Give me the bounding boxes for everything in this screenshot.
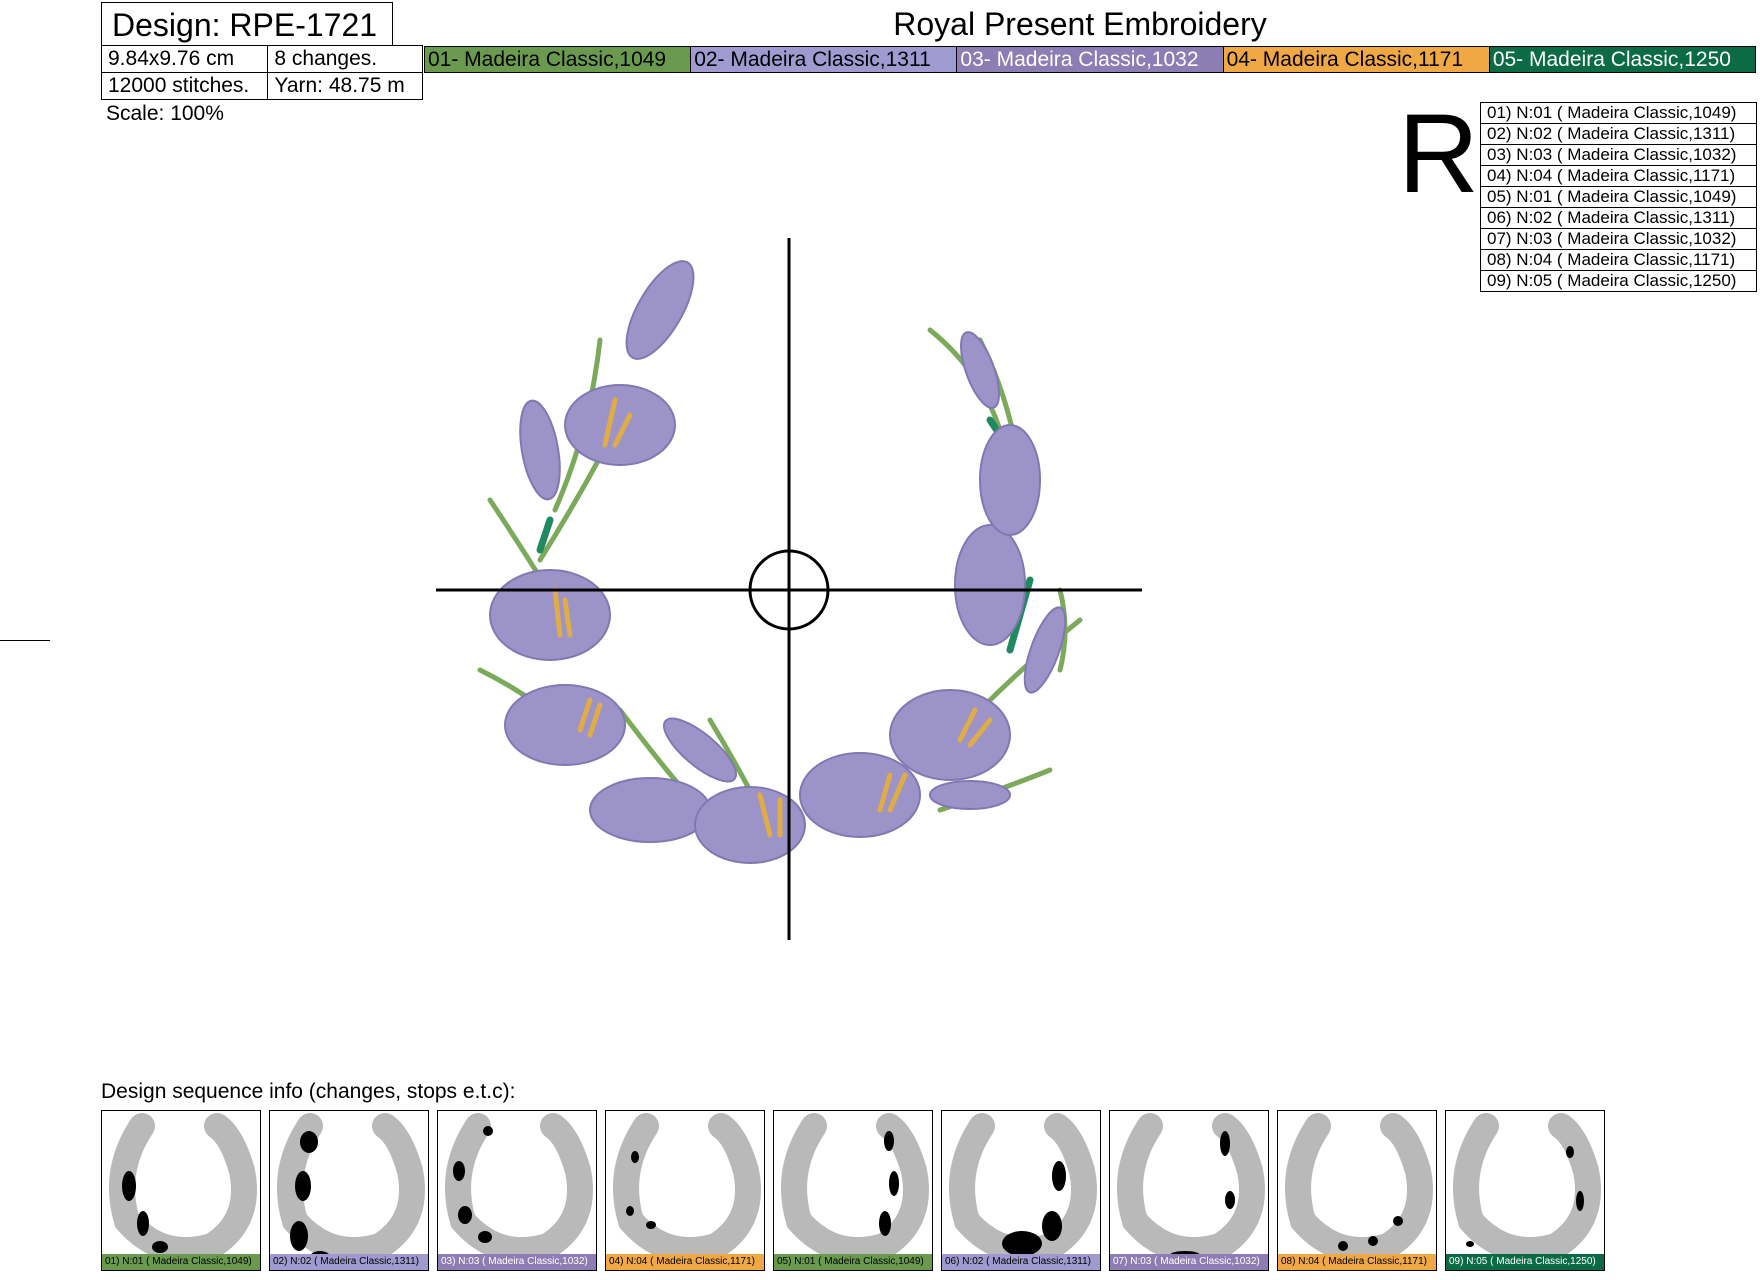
thumbnail-wreath — [445, 1113, 593, 1255]
sequence-item: 08) N:04 ( Madeira Classic,1171) — [1481, 250, 1756, 271]
thumbnail-label: 02) N:02 ( Madeira Classic,1311) — [270, 1254, 428, 1270]
sequence-thumbnail: 02) N:02 ( Madeira Classic,1311) — [269, 1110, 429, 1271]
sequence-thumbnail: 03) N:03 ( Madeira Classic,1032) — [437, 1110, 597, 1271]
thumbnail-highlight — [1576, 1191, 1584, 1211]
thumbnail-highlight — [1220, 1131, 1230, 1156]
thumbnail-wreath — [949, 1113, 1097, 1255]
sequence-item: 01) N:01 ( Madeira Classic,1049) — [1481, 103, 1756, 124]
thumbnail-highlight — [290, 1221, 308, 1251]
thumbnail-highlight — [1338, 1241, 1348, 1251]
thumbnail-label: 03) N:03 ( Madeira Classic,1032) — [438, 1254, 596, 1270]
design-info-table: 9.84x9.76 cm 8 changes. 12000 stitches. … — [100, 45, 423, 100]
thumbnail-highlight — [1368, 1236, 1378, 1246]
wreath-flowers — [489, 260, 1067, 864]
color-swatch-3: 03- Madeira Classic,1032 — [957, 47, 1224, 72]
sequence-thumbnail: 01) N:01 ( Madeira Classic,1049) — [101, 1110, 261, 1271]
thumbnail-wreath — [109, 1113, 257, 1255]
thumbnail-highlight — [295, 1171, 311, 1201]
design-preview — [436, 238, 1142, 940]
thumbnail-highlight — [889, 1171, 899, 1196]
thumbnail-wreath-silhouette — [1117, 1113, 1265, 1255]
thumbnail-wreath-silhouette — [1453, 1113, 1601, 1255]
thumbnail-highlight — [1052, 1161, 1066, 1191]
thumbnail-highlight — [478, 1231, 492, 1243]
stitch-count: 12000 stitches. — [100, 72, 269, 100]
color-swatch-2: 02- Madeira Classic,1311 — [691, 47, 958, 72]
thumbnail-highlight — [1042, 1211, 1062, 1241]
thumbnail-label: 05) N:01 ( Madeira Classic,1049) — [774, 1254, 932, 1270]
thumbnail-wreath — [613, 1113, 761, 1255]
sequence-thumbnail: 04) N:04 ( Madeira Classic,1171) — [605, 1110, 765, 1271]
thumbnail-highlight — [483, 1126, 493, 1136]
color-swatch-1: 01- Madeira Classic,1049 — [425, 47, 692, 72]
color-swatch-4: 04- Madeira Classic,1171 — [1223, 47, 1490, 72]
thumbnail-highlight — [453, 1161, 465, 1181]
thumbnail-highlight — [458, 1206, 472, 1224]
sequence-thumbnail: 05) N:01 ( Madeira Classic,1049) — [773, 1110, 933, 1271]
yarn-length: Yarn: 48.75 m — [267, 72, 423, 100]
thumbnail-highlight — [1393, 1216, 1403, 1226]
thumbnail-highlight — [626, 1206, 634, 1216]
thumbnail-wreath-silhouette — [445, 1113, 593, 1255]
sequence-item: 05) N:01 ( Madeira Classic,1049) — [1481, 187, 1756, 208]
thumbnail-highlight — [122, 1171, 136, 1201]
thumbnail-label: 07) N:03 ( Madeira Classic,1032) — [1110, 1254, 1268, 1270]
thumbnail-highlight — [1466, 1241, 1474, 1247]
sequence-thumbnail: 06) N:02 ( Madeira Classic,1311) — [941, 1110, 1101, 1271]
sequence-heading: Design sequence info (changes, stops e.t… — [101, 1080, 516, 1103]
thumbnail-wreath — [1285, 1113, 1433, 1255]
thumbnail-label: 01) N:01 ( Madeira Classic,1049) — [102, 1254, 260, 1270]
color-swatch-5: 05- Madeira Classic,1250 — [1489, 47, 1756, 72]
thumbnail-label: 06) N:02 ( Madeira Classic,1311) — [942, 1254, 1100, 1270]
sequence-thumbnail: 08) N:04 ( Madeira Classic,1171) — [1277, 1110, 1437, 1271]
sequence-item: 07) N:03 ( Madeira Classic,1032) — [1481, 229, 1756, 250]
rotation-mark: R — [1398, 91, 1479, 216]
sequence-item: 09) N:05 ( Madeira Classic,1250) — [1487, 271, 1737, 290]
thumbnail-label: 04) N:04 ( Madeira Classic,1171) — [606, 1254, 764, 1270]
design-title: Design: RPE-1721 — [101, 2, 393, 46]
margin-mark — [0, 640, 50, 641]
sequence-item: 02) N:02 ( Madeira Classic,1311) — [1481, 124, 1756, 145]
center-crosshair — [436, 238, 1142, 940]
sequence-thumbnail: 09) N:05 ( Madeira Classic,1250) — [1445, 1110, 1605, 1271]
thumbnail-label: 08) N:04 ( Madeira Classic,1171) — [1278, 1254, 1436, 1270]
thumbnail-highlight — [884, 1131, 894, 1151]
color-changes-count: 8 changes. — [267, 45, 423, 73]
thumbnail-highlight — [1566, 1146, 1574, 1158]
thumbnail-wreath-silhouette — [1285, 1113, 1433, 1255]
sequence-item: 03) N:03 ( Madeira Classic,1032) — [1481, 145, 1756, 166]
design-size: 9.84x9.76 cm — [100, 45, 269, 73]
thumbnail-wreath-silhouette — [613, 1113, 761, 1255]
stitch-sequence-list: 01) N:01 ( Madeira Classic,1049) 02) N:02… — [1480, 102, 1757, 292]
thumbnail-highlight — [1225, 1191, 1235, 1209]
thumbnail-highlight — [300, 1131, 318, 1153]
thumbnail-highlight — [137, 1211, 149, 1236]
thumbnail-wreath — [277, 1113, 425, 1255]
thumbnail-wreath — [1453, 1113, 1601, 1255]
sequence-item: 06) N:02 ( Madeira Classic,1311) — [1481, 208, 1756, 229]
thumbnail-highlight — [879, 1211, 891, 1236]
thumbnail-highlight — [631, 1151, 639, 1163]
sequence-thumbnails: 01) N:01 ( Madeira Classic,1049) 02) N:02… — [101, 1110, 1605, 1271]
thumbnail-label: 09) N:05 ( Madeira Classic,1250) — [1446, 1254, 1604, 1270]
color-palette-bar: 01- Madeira Classic,1049 02- Madeira Clas… — [424, 46, 1756, 73]
sequence-item: 04) N:04 ( Madeira Classic,1171) — [1481, 166, 1756, 187]
thumbnail-highlight — [1002, 1231, 1042, 1255]
thumbnail-wreath — [1117, 1113, 1265, 1255]
thumbnail-highlight — [646, 1221, 656, 1229]
scale-label: Scale: 100% — [106, 102, 224, 125]
sequence-thumbnail: 07) N:03 ( Madeira Classic,1032) — [1109, 1110, 1269, 1271]
thumbnail-wreath — [781, 1113, 929, 1255]
thumbnail-highlight — [152, 1241, 168, 1253]
company-name: Royal Present Embroidery — [893, 6, 1267, 42]
